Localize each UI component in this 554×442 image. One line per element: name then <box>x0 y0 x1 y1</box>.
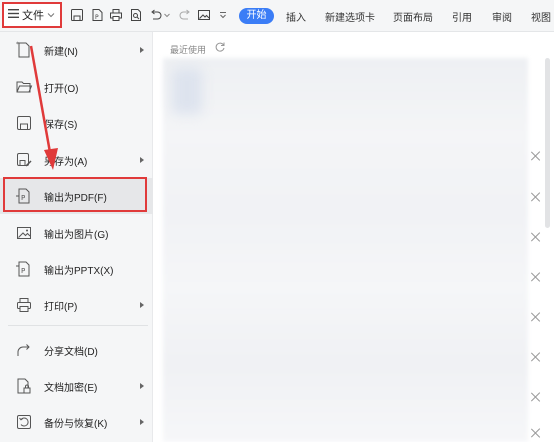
close-icon[interactable] <box>531 312 541 322</box>
toolbar: 文件 P 开始 插入 新建选项卡 页面布局 引用 审阅 视图 <box>0 0 554 32</box>
recent-files-list <box>163 58 528 442</box>
tab-page-layout[interactable]: 页面布局 <box>393 9 433 24</box>
new-document-icon: * <box>15 41 33 59</box>
menu-item-print[interactable]: 打印(P) <box>0 287 153 323</box>
menu-item-label: 分享文档(D) <box>44 346 98 358</box>
recent-label: 最近使用 <box>170 45 207 55</box>
menu-item-share[interactable]: 分享文档(D) <box>0 332 153 368</box>
folder-open-icon <box>15 78 33 96</box>
save-as-icon <box>15 151 33 169</box>
menu-item-backup[interactable]: 备份与恢复(K) <box>0 404 153 440</box>
file-menu-button[interactable]: 文件 <box>2 2 62 28</box>
menu-item-label: 另存为(A) <box>44 156 88 168</box>
menu-separator <box>8 325 148 326</box>
save-icon <box>15 114 33 132</box>
tab-home[interactable]: 开始 <box>239 8 274 24</box>
close-icon[interactable] <box>531 192 541 202</box>
menu-item-export-pptx[interactable]: P 输出为PPTX(X) <box>0 251 153 287</box>
menu-item-label: 新建(N) <box>44 46 78 58</box>
menu-item-save[interactable]: 保存(S) <box>0 105 153 141</box>
close-icon[interactable] <box>531 428 541 438</box>
image-icon[interactable] <box>197 8 211 22</box>
tab-review[interactable]: 审阅 <box>492 9 512 24</box>
menu-item-label: 打印(P) <box>44 301 78 313</box>
menu-item-label: 输出为PPTX(X) <box>44 265 114 277</box>
menu-item-open[interactable]: 打开(O) <box>0 69 153 105</box>
menu-item-label: 打开(O) <box>44 83 79 95</box>
export-pptx-icon: P <box>15 260 33 278</box>
chevron-right-icon <box>140 47 144 53</box>
recent-file-thumbnail <box>172 68 202 114</box>
tab-references[interactable]: 引用 <box>452 9 472 24</box>
close-icon[interactable] <box>531 272 541 282</box>
undo-icon[interactable] <box>149 8 163 22</box>
file-menu: * 新建(N) 打开(O) 保存(S) 另存为(A) P 输出为PDF(F) 输… <box>0 32 153 442</box>
file-menu-label: 文件 <box>22 10 44 22</box>
close-icon[interactable] <box>531 232 541 242</box>
close-icon[interactable] <box>531 392 541 402</box>
menu-item-label: 文档加密(E) <box>44 382 98 394</box>
redo-icon[interactable] <box>178 8 192 22</box>
menu-item-label: 输出为图片(G) <box>44 229 109 241</box>
menu-item-new[interactable]: * 新建(N) <box>0 32 153 68</box>
export-pdf-icon[interactable]: P <box>90 8 104 22</box>
chevron-right-icon <box>140 302 144 308</box>
menu-item-encrypt[interactable]: 文档加密(E) <box>0 368 153 404</box>
export-image-icon <box>15 224 33 242</box>
svg-text:*: * <box>16 41 19 48</box>
tab-new-tab[interactable]: 新建选项卡 <box>325 9 375 24</box>
scrollbar[interactable] <box>545 58 550 228</box>
chevron-right-icon <box>140 383 144 389</box>
chevron-right-icon <box>140 157 144 163</box>
chevron-down-icon <box>47 10 55 21</box>
save-icon[interactable] <box>70 8 84 22</box>
hamburger-icon <box>8 9 19 21</box>
chevron-right-icon <box>140 419 144 425</box>
print-icon[interactable] <box>109 8 123 22</box>
menu-item-export-image[interactable]: 输出为图片(G) <box>0 215 153 251</box>
highlight-box <box>3 177 147 212</box>
svg-text:P: P <box>95 14 99 21</box>
backup-icon <box>15 413 33 431</box>
refresh-icon[interactable] <box>214 41 226 53</box>
menu-item-label: 保存(S) <box>44 119 78 131</box>
close-icon[interactable] <box>531 151 541 161</box>
print-icon <box>15 296 33 314</box>
chevron-down-icon[interactable] <box>163 8 171 22</box>
more-icon[interactable] <box>219 8 227 22</box>
svg-text:P: P <box>21 267 25 275</box>
menu-item-save-as[interactable]: 另存为(A) <box>0 142 153 178</box>
share-icon <box>15 341 33 359</box>
encrypt-icon <box>15 377 33 395</box>
tab-view[interactable]: 视图 <box>531 9 551 24</box>
tab-insert[interactable]: 插入 <box>286 9 306 24</box>
print-preview-icon[interactable] <box>129 8 143 22</box>
menu-item-label: 备份与恢复(K) <box>44 418 108 430</box>
close-icon[interactable] <box>531 352 541 362</box>
